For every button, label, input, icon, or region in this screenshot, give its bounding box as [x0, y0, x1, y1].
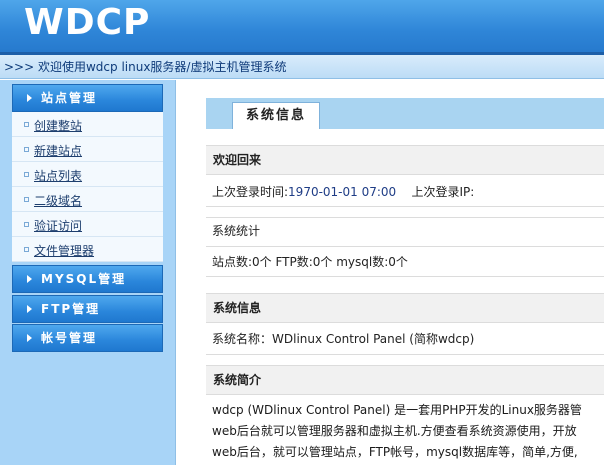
last-login-value: 1970-01-01 07:00 — [288, 185, 397, 199]
sidebar-item-label: 新建站点 — [34, 144, 83, 158]
stats-line: 站点数:0个 FTP数:0个 mysql数:0个 — [206, 247, 604, 277]
menu-label: MYSQL管理 — [41, 272, 127, 286]
square-bullet-icon — [24, 197, 29, 202]
menu-ftp-management[interactable]: FTP管理 — [12, 295, 163, 323]
wdcp-logo: WDCP — [24, 2, 151, 43]
menu-label: 帐号管理 — [41, 331, 98, 345]
menu-label: FTP管理 — [41, 302, 101, 316]
triangle-right-icon — [27, 275, 32, 283]
divider — [206, 206, 604, 207]
square-bullet-icon — [24, 122, 29, 127]
intro-line: web后台就可以管理服务器和虚拟主机.方便查看系统资源使用，开放 — [212, 424, 577, 438]
sidebar-item-create-full-site[interactable]: 创建整站 — [12, 112, 163, 137]
square-bullet-icon — [24, 247, 29, 252]
square-bullet-icon — [24, 147, 29, 152]
welcome-bar: >>> 欢迎使用wdcp linux服务器/虚拟主机管理系统 — [0, 55, 604, 79]
sidebar-item-new-site[interactable]: 新建站点 — [12, 137, 163, 162]
triangle-right-icon — [27, 305, 32, 313]
last-login-row: 上次登录时间:1970-01-01 07:00 上次登录IP: — [206, 183, 604, 203]
stats-title: 系统统计 — [206, 217, 604, 247]
intro-line: web后台，就可以管理站点，FTP帐号，mysql数据库等，简单,方便, — [212, 445, 578, 459]
sidebar-item-auth-access[interactable]: 验证访问 — [12, 212, 163, 237]
header-banner: WDCP — [0, 0, 604, 55]
intro-line: wdcp (WDlinux Control Panel) 是一套用PHP开发的L… — [212, 403, 582, 417]
system-intro-heading: 系统简介 — [206, 365, 604, 395]
content-area: 欢迎回来 上次登录时间:1970-01-01 07:00 上次登录IP: 系统统… — [206, 129, 604, 465]
main-panel: 系统信息 欢迎回来 上次登录时间:1970-01-01 07:00 上次登录IP… — [175, 80, 604, 465]
menu-account-management[interactable]: 帐号管理 — [12, 324, 163, 352]
sidebar-item-file-manager[interactable]: 文件管理器 — [12, 237, 163, 262]
tab-system-info[interactable]: 系统信息 — [232, 102, 320, 129]
square-bullet-icon — [24, 172, 29, 177]
last-ip-label: 上次登录IP: — [411, 185, 475, 199]
last-login-label: 上次登录时间: — [212, 185, 289, 199]
sidebar-item-label: 二级域名 — [34, 194, 83, 208]
sidebar-item-label: 创建整站 — [34, 119, 83, 133]
menu-label: 站点管理 — [41, 91, 98, 105]
welcome-back-heading: 欢迎回来 — [206, 145, 604, 175]
menu-mysql-management[interactable]: MYSQL管理 — [12, 265, 163, 293]
sidebar-item-label: 验证访问 — [34, 219, 83, 233]
system-name-line: 系统名称：WDlinux Control Panel (简称wdcp) — [206, 323, 604, 355]
tab-strip: 系统信息 — [206, 98, 604, 129]
sidebar: 站点管理 创建整站 新建站点 站点列表 二级域名 验证访问 文件管理器 MYSQ… — [0, 80, 175, 465]
triangle-right-icon — [27, 334, 32, 342]
triangle-right-icon — [27, 94, 32, 102]
sidebar-item-subdomain[interactable]: 二级域名 — [12, 187, 163, 212]
menu-site-management[interactable]: 站点管理 — [12, 84, 163, 112]
site-submenu: 创建整站 新建站点 站点列表 二级域名 验证访问 文件管理器 — [12, 112, 163, 262]
system-info-heading: 系统信息 — [206, 293, 604, 323]
sidebar-item-label: 站点列表 — [34, 169, 83, 183]
sidebar-item-label: 文件管理器 — [34, 244, 95, 258]
sidebar-item-site-list[interactable]: 站点列表 — [12, 162, 163, 187]
square-bullet-icon — [24, 222, 29, 227]
